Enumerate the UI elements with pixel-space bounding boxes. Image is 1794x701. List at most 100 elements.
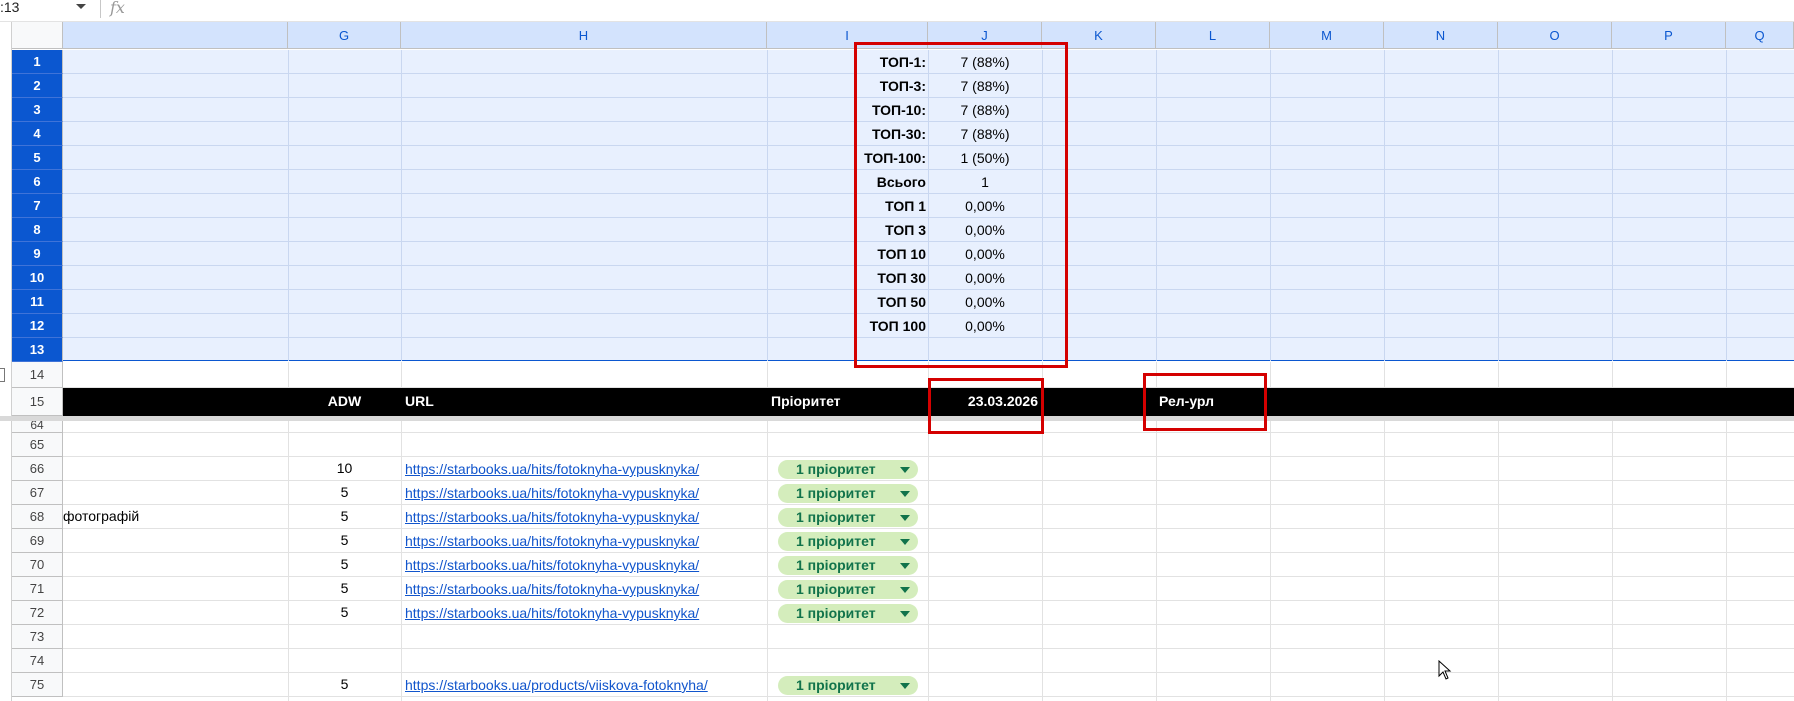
row-header-72[interactable]: 72 bbox=[12, 601, 63, 625]
chevron-down-icon[interactable] bbox=[900, 563, 910, 569]
grid-vline bbox=[401, 421, 402, 701]
priority-dropdown-chip[interactable]: 1 пріоритет bbox=[778, 532, 918, 551]
row-header-7[interactable]: 7 bbox=[12, 194, 63, 218]
row-header-9[interactable]: 9 bbox=[12, 242, 63, 266]
adw-cell[interactable]: 5 bbox=[288, 580, 401, 596]
grid-vline bbox=[1726, 362, 1727, 388]
row-header-3[interactable]: 3 bbox=[12, 98, 63, 122]
chevron-down-icon[interactable] bbox=[900, 683, 910, 689]
grid-hline bbox=[63, 504, 1794, 505]
priority-dropdown-chip[interactable]: 1 пріоритет bbox=[778, 484, 918, 503]
adw-column-header[interactable]: ADW bbox=[288, 393, 401, 409]
row-header-6[interactable]: 6 bbox=[12, 170, 63, 194]
column-header-n[interactable]: N bbox=[1384, 22, 1498, 49]
adw-cell[interactable]: 5 bbox=[288, 604, 401, 620]
row-header-4[interactable]: 4 bbox=[12, 122, 63, 146]
url-column-header[interactable]: URL bbox=[405, 393, 605, 409]
priority-dropdown-chip[interactable]: 1 пріоритет bbox=[778, 460, 918, 479]
row-header-70[interactable]: 70 bbox=[12, 553, 63, 577]
priority-dropdown-chip[interactable]: 1 пріоритет bbox=[778, 604, 918, 623]
row-header-68[interactable]: 68 bbox=[12, 505, 63, 529]
row-header-73[interactable]: 73 bbox=[12, 625, 63, 649]
row-header-69[interactable]: 69 bbox=[12, 529, 63, 553]
row-header-74[interactable]: 74 bbox=[12, 649, 63, 673]
row-header-67[interactable]: 67 bbox=[12, 481, 63, 505]
grid-hline bbox=[63, 528, 1794, 529]
url-link[interactable]: https://starbooks.ua/hits/fotoknyha-vypu… bbox=[405, 533, 699, 549]
row-header-14[interactable]: 14 bbox=[12, 362, 63, 388]
priority-chip-label: 1 пріоритет bbox=[796, 677, 876, 693]
row-header-1[interactable]: 1 bbox=[12, 50, 63, 74]
row-header-71[interactable]: 71 bbox=[12, 577, 63, 601]
row-header-11[interactable]: 11 bbox=[12, 290, 63, 314]
fx-icon: fx bbox=[110, 0, 125, 17]
row-header-8[interactable]: 8 bbox=[12, 218, 63, 242]
url-link[interactable]: https://starbooks.ua/hits/fotoknyha-vypu… bbox=[405, 581, 699, 597]
priority-dropdown-chip[interactable]: 1 пріоритет bbox=[778, 508, 918, 527]
chevron-down-icon[interactable] bbox=[900, 539, 910, 545]
grid-left-edge bbox=[0, 421, 12, 701]
column-header-f[interactable] bbox=[63, 22, 288, 49]
adw-cell[interactable]: 5 bbox=[288, 508, 401, 524]
priority-chip-label: 1 пріоритет bbox=[796, 461, 876, 477]
adw-cell[interactable]: 10 bbox=[288, 460, 401, 476]
name-box[interactable]: :13 bbox=[0, 0, 96, 21]
grid-hline bbox=[63, 480, 1794, 481]
column-header-g[interactable]: G bbox=[288, 22, 401, 49]
chevron-down-icon[interactable] bbox=[900, 611, 910, 617]
url-link[interactable]: https://starbooks.ua/hits/fotoknyha-vypu… bbox=[405, 461, 699, 477]
chevron-down-icon[interactable] bbox=[900, 515, 910, 521]
column-header-q[interactable]: Q bbox=[1726, 22, 1794, 49]
grid-vline bbox=[767, 362, 768, 388]
grid-hline bbox=[63, 624, 1794, 625]
frozen-rows-divider[interactable] bbox=[0, 416, 1794, 421]
priority-dropdown-chip[interactable]: 1 пріоритет bbox=[778, 580, 918, 599]
chevron-down-icon[interactable] bbox=[76, 4, 86, 9]
priority-dropdown-chip[interactable]: 1 пріоритет bbox=[778, 556, 918, 575]
url-link[interactable]: https://starbooks.ua/hits/fotoknyha-vypu… bbox=[405, 605, 699, 621]
row-header-65[interactable]: 65 bbox=[12, 433, 63, 457]
adw-cell[interactable]: 5 bbox=[288, 484, 401, 500]
adw-cell[interactable]: 5 bbox=[288, 556, 401, 572]
url-link[interactable]: https://starbooks.ua/products/viiskova-f… bbox=[405, 677, 708, 693]
row-header-10[interactable]: 10 bbox=[12, 266, 63, 290]
url-link[interactable]: https://starbooks.ua/hits/fotoknyha-vypu… bbox=[405, 557, 699, 573]
url-link[interactable]: https://starbooks.ua/hits/fotoknyha-vypu… bbox=[405, 509, 699, 525]
grid-vline bbox=[767, 421, 768, 701]
row-header-13[interactable]: 13 bbox=[12, 338, 63, 362]
chevron-down-icon[interactable] bbox=[900, 467, 910, 473]
priority-column-header[interactable]: Пріоритет bbox=[771, 393, 921, 409]
spreadsheet-grid[interactable]: G H I J K L M N O P Q 1 2 3 4 5 6 7 8 9 10 11 12 13 14 15 64 65 66 67… bbox=[0, 22, 1794, 701]
row-header-64[interactable]: 64 bbox=[12, 421, 63, 433]
priority-chip-label: 1 пріоритет bbox=[796, 485, 876, 501]
chevron-down-icon[interactable] bbox=[900, 587, 910, 593]
url-link[interactable]: https://starbooks.ua/hits/fotoknyha-vypu… bbox=[405, 485, 699, 501]
column-header-o[interactable]: O bbox=[1498, 22, 1612, 49]
mouse-cursor-icon bbox=[1438, 660, 1452, 680]
grid-hline bbox=[63, 672, 1794, 673]
priority-dropdown-chip[interactable]: 1 пріоритет bbox=[778, 676, 918, 695]
highlight-box-rel-url bbox=[1143, 373, 1267, 431]
grid-left-edge bbox=[0, 50, 12, 416]
priority-chip-label: 1 пріоритет bbox=[796, 605, 876, 621]
adw-cell[interactable]: 5 bbox=[288, 676, 401, 692]
column-header-m[interactable]: M bbox=[1270, 22, 1384, 49]
grid-vline bbox=[401, 362, 402, 388]
row-header-5[interactable]: 5 bbox=[12, 146, 63, 170]
column-header-h[interactable]: H bbox=[401, 22, 767, 49]
select-all-corner[interactable] bbox=[12, 22, 63, 49]
row-header-15[interactable]: 15 bbox=[12, 388, 63, 416]
row-header-12[interactable]: 12 bbox=[12, 314, 63, 338]
row-header-2[interactable]: 2 bbox=[12, 74, 63, 98]
priority-chip-label: 1 пріоритет bbox=[796, 533, 876, 549]
keyword-cell[interactable]: фотографій bbox=[63, 508, 139, 524]
adw-cell[interactable]: 5 bbox=[288, 532, 401, 548]
chevron-down-icon[interactable] bbox=[900, 491, 910, 497]
row-group-bracket-icon[interactable] bbox=[0, 368, 5, 382]
row-header-75[interactable]: 75 bbox=[12, 673, 63, 697]
column-header-p[interactable]: P bbox=[1612, 22, 1726, 49]
column-header-l[interactable]: L bbox=[1156, 22, 1270, 49]
name-box-value: :13 bbox=[0, 0, 20, 15]
row-header-66[interactable]: 66 bbox=[12, 457, 63, 481]
highlight-box-date bbox=[928, 378, 1044, 434]
